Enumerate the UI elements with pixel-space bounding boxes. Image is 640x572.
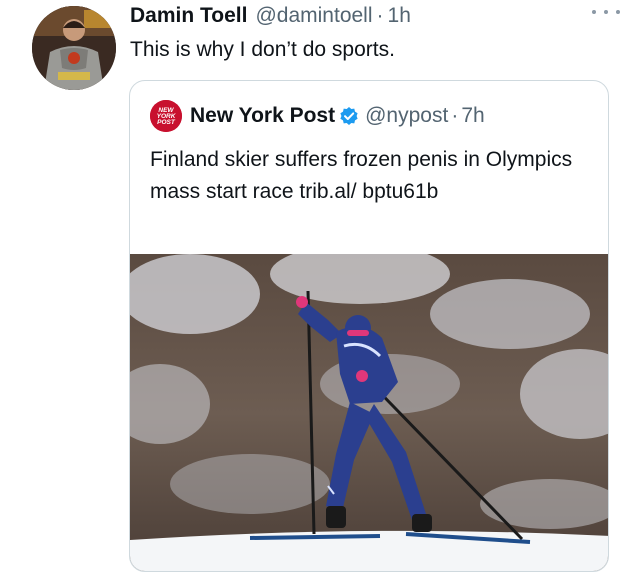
quoted-tweet-text: Finland skier suffers frozen penis in Ol… xyxy=(150,148,573,203)
quoted-tweet-photo[interactable] xyxy=(130,254,608,571)
more-dot xyxy=(616,10,620,14)
quoted-tweet-timestamp[interactable]: 7h xyxy=(461,104,484,128)
skier-photo xyxy=(130,254,608,571)
verified-badge-icon xyxy=(339,106,359,126)
nypost-logo-mark: NEW YORK POST xyxy=(150,100,182,132)
quoted-header-separator: · xyxy=(451,104,459,127)
tweet-header: Damin Toell @damintoell · 1h xyxy=(130,4,620,32)
quoted-author-name[interactable]: New York Post xyxy=(190,104,335,128)
more-horizontal-icon[interactable] xyxy=(592,6,620,18)
header-separator: · xyxy=(376,4,384,27)
tweet-timestamp[interactable]: 1h xyxy=(388,4,411,28)
author-name[interactable]: Damin Toell xyxy=(130,4,247,28)
more-dot xyxy=(604,10,608,14)
tweet-text: This is why I don’t do sports. xyxy=(130,38,395,61)
avatar-image xyxy=(32,6,116,90)
quoted-tweet-card[interactable]: NEW YORK POST New York Post @nypost · 7h… xyxy=(129,80,609,572)
author-avatar[interactable] xyxy=(32,6,116,90)
quoted-author-handle[interactable]: @nypost xyxy=(365,104,448,128)
logo-line-3: POST xyxy=(157,119,176,126)
nypost-logo[interactable]: NEW YORK POST xyxy=(150,100,182,132)
author-handle[interactable]: @damintoell xyxy=(255,4,372,28)
more-dot xyxy=(592,10,596,14)
quoted-tweet-header: NEW YORK POST New York Post @nypost · 7h xyxy=(150,100,485,132)
